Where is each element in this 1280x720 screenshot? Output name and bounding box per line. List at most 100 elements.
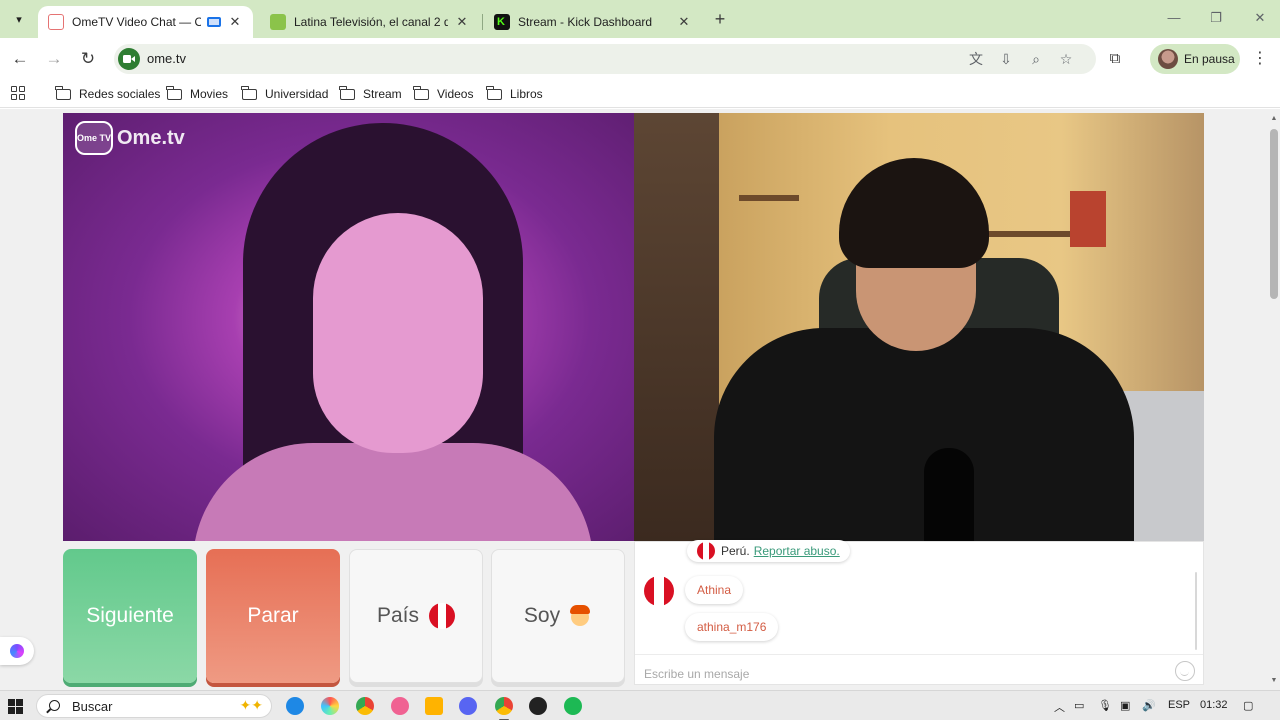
notifications-icon[interactable]: ▢ xyxy=(1243,699,1253,712)
taskbar-search[interactable]: Buscar ✦✦ xyxy=(36,694,272,718)
spotify-icon[interactable] xyxy=(564,697,582,715)
minimize-button[interactable]: — xyxy=(1164,10,1184,28)
logo-text: Ome.tv xyxy=(117,126,185,149)
search-icon xyxy=(49,700,60,711)
shelf xyxy=(739,195,799,201)
peru-flag-icon xyxy=(644,576,674,606)
clock[interactable]: 01:32 xyxy=(1200,699,1228,711)
url-text[interactable]: ome.tv xyxy=(147,51,186,66)
language-indicator[interactable]: ESP xyxy=(1168,699,1190,711)
peru-flag-icon xyxy=(697,542,715,560)
gender-label: Soy xyxy=(523,604,561,627)
media-app-icon[interactable] xyxy=(391,697,409,715)
scrollbar-thumb[interactable] xyxy=(1270,129,1278,299)
chevron-down-icon: ▾ xyxy=(16,13,22,26)
stop-button[interactable]: Parar xyxy=(206,549,340,683)
reload-button[interactable]: ↻ xyxy=(76,47,100,71)
tab-separator xyxy=(482,14,483,30)
bookmark-label: Movies xyxy=(190,87,229,101)
folder-icon xyxy=(55,85,71,100)
install-app-icon[interactable]: ⇩ xyxy=(996,49,1016,69)
gender-button[interactable]: Soy xyxy=(491,549,625,683)
scroll-up-icon[interactable]: ▲ xyxy=(1270,115,1278,122)
message-input[interactable]: Escribe un mensaje xyxy=(635,654,1203,685)
zoom-icon[interactable]: ⌕ xyxy=(1026,49,1046,69)
chat-scrollbar[interactable] xyxy=(1195,572,1197,650)
apps-grid-icon[interactable] xyxy=(11,86,25,100)
address-bar[interactable]: ome.tv 文 ⇩ ⌕ ☆ xyxy=(114,44,1096,74)
volume-icon[interactable]: 🔊 xyxy=(1142,699,1156,712)
start-icon[interactable] xyxy=(8,699,23,714)
site-info-icon[interactable] xyxy=(118,48,140,70)
tray-chevron-icon[interactable]: ︿ xyxy=(1054,699,1065,715)
folder-icon xyxy=(166,85,182,100)
bookmark-folder-redes-sociales[interactable]: Redes sociales xyxy=(55,85,161,102)
close-tab-icon[interactable]: ✕ xyxy=(676,14,692,30)
scroll-down-icon[interactable]: ▼ xyxy=(1270,677,1278,684)
bookmark-label: Redes sociales xyxy=(79,87,161,101)
discord-icon[interactable] xyxy=(459,697,477,715)
bookmark-folder-universidad[interactable]: Universidad xyxy=(241,85,328,102)
bookmark-star-icon[interactable]: ☆ xyxy=(1056,49,1076,69)
chrome-icon[interactable] xyxy=(356,697,374,715)
assistant-icon xyxy=(10,644,24,658)
page-scrollbar[interactable]: ▲ ▼ xyxy=(1268,109,1280,690)
wall-poster xyxy=(1070,191,1106,247)
close-tab-icon[interactable]: ✕ xyxy=(227,14,243,30)
assistant-bubble[interactable] xyxy=(0,637,34,665)
latina-favicon-icon xyxy=(270,14,286,30)
microphone xyxy=(924,448,974,541)
ometv-logo: Ome TV Ome.tv xyxy=(75,121,185,155)
edge-icon[interactable] xyxy=(286,697,304,715)
network-icon[interactable]: ▣ xyxy=(1120,699,1130,712)
next-label: Siguiente xyxy=(86,604,174,627)
bookmark-folder-libros[interactable]: Libros xyxy=(486,85,543,102)
battery-icon[interactable]: ▭ xyxy=(1074,699,1084,712)
message-placeholder: Escribe un mensaje xyxy=(644,667,750,681)
next-button[interactable]: Siguiente xyxy=(63,549,197,683)
close-tab-icon[interactable]: ✕ xyxy=(454,14,470,30)
close-window-button[interactable]: ✕ xyxy=(1250,10,1270,28)
browser-menu-icon[interactable]: ⋮ xyxy=(1252,48,1268,70)
obs-icon[interactable] xyxy=(529,697,547,715)
microphone-icon[interactable]: 🎙 xyxy=(1098,699,1112,712)
tab-title: Latina Televisión, el canal 2 de xyxy=(294,15,448,29)
stranger-face xyxy=(313,213,483,453)
bookmark-label: Libros xyxy=(510,87,543,101)
profile-label: En pausa xyxy=(1184,52,1235,66)
country-button[interactable]: País xyxy=(349,549,483,683)
extensions-icon[interactable]: ⧉ xyxy=(1104,48,1126,70)
translate-icon[interactable]: 文 xyxy=(966,49,986,69)
ometv-page: Ome TV Ome.tv Siguiente Parar País Soy P… xyxy=(0,109,1280,690)
back-button[interactable]: ← xyxy=(8,47,32,71)
peru-flag-icon xyxy=(429,603,456,629)
profile-button[interactable]: En pausa xyxy=(1150,44,1240,74)
logo-badge: Ome TV xyxy=(75,121,113,155)
stranger-video: Ome TV Ome.tv xyxy=(63,113,634,541)
self-hair xyxy=(839,158,989,268)
chat-message: Athina xyxy=(685,576,744,604)
bookmarks-bar: Redes sociales Movies Universidad Stream… xyxy=(0,80,1280,108)
bookmark-folder-stream[interactable]: Stream xyxy=(339,85,402,102)
tab-latina[interactable]: Latina Televisión, el canal 2 de ✕ xyxy=(260,6,480,38)
copilot-icon[interactable] xyxy=(321,697,339,715)
partner-country: Perú. xyxy=(721,544,750,558)
forward-button[interactable]: → xyxy=(42,47,66,71)
wardrobe xyxy=(634,113,719,541)
tab-casting-icon xyxy=(207,17,221,27)
new-tab-button[interactable]: + xyxy=(710,9,730,29)
tab-strip: ▾ OmeTV Video Chat — Ome ✕ Latina Televi… xyxy=(0,0,1280,38)
emoji-icon[interactable] xyxy=(1175,661,1195,681)
file-explorer-icon[interactable] xyxy=(425,697,443,715)
folder-icon xyxy=(339,85,355,100)
chat-panel: Perú. Reportar abuso. Athina athina_m176… xyxy=(634,540,1204,685)
chrome-active-icon[interactable] xyxy=(495,697,513,720)
bookmark-folder-movies[interactable]: Movies xyxy=(166,85,229,102)
tab-kick[interactable]: K Stream - Kick Dashboard ✕ xyxy=(484,6,702,38)
report-abuse-link[interactable]: Reportar abuso. xyxy=(754,544,840,558)
tab-ometv[interactable]: OmeTV Video Chat — Ome ✕ xyxy=(38,6,253,38)
tab-search-button[interactable]: ▾ xyxy=(8,8,30,30)
stop-label: Parar xyxy=(247,604,299,627)
restore-button[interactable]: ❐ xyxy=(1206,10,1226,28)
bookmark-folder-videos[interactable]: Videos xyxy=(413,85,473,102)
